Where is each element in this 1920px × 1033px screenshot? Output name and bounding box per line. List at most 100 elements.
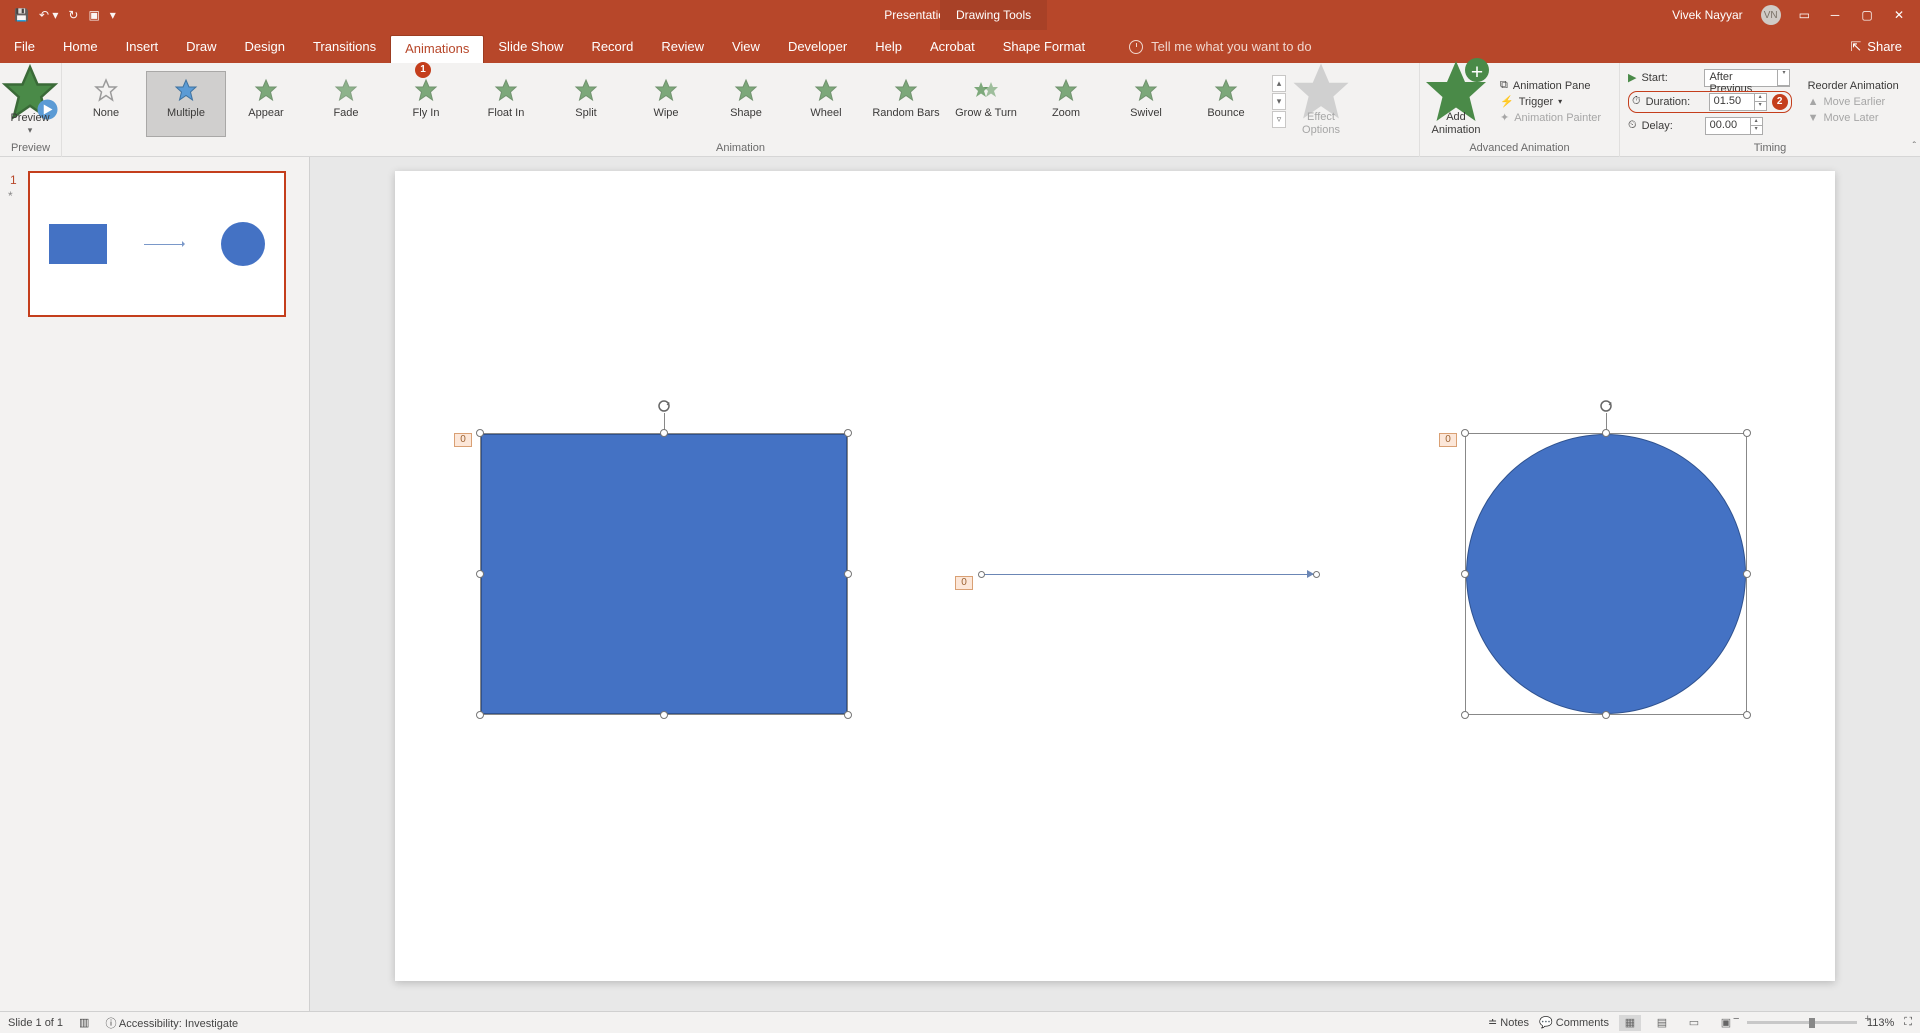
- anim-fade[interactable]: Fade: [306, 71, 386, 137]
- anim-wheel[interactable]: Wheel: [786, 71, 866, 137]
- collapse-ribbon-icon[interactable]: ˆ: [1913, 141, 1916, 152]
- tab-home[interactable]: Home: [49, 30, 112, 63]
- minimize-icon[interactable]: ─: [1828, 8, 1842, 22]
- tab-slideshow[interactable]: Slide Show: [484, 30, 577, 63]
- tab-shape-format[interactable]: Shape Format: [989, 30, 1099, 63]
- zoom-thumb[interactable]: [1809, 1018, 1815, 1028]
- resize-handle[interactable]: [476, 570, 484, 578]
- thumb-rect: [49, 224, 107, 264]
- resize-handle[interactable]: [1743, 711, 1751, 719]
- redo-icon[interactable]: ↻: [68, 8, 78, 22]
- share-button[interactable]: ⇱ Share: [1850, 39, 1902, 55]
- resize-handle[interactable]: [1602, 429, 1610, 437]
- undo-icon[interactable]: ↶ ▾: [39, 8, 58, 22]
- resize-handle[interactable]: [476, 429, 484, 437]
- resize-handle[interactable]: [844, 570, 852, 578]
- reading-view-icon[interactable]: ▭: [1683, 1015, 1705, 1031]
- comments-button[interactable]: 💬 Comments: [1539, 1016, 1609, 1029]
- anim-multiple[interactable]: Multiple: [146, 71, 226, 137]
- line-endpoint[interactable]: [978, 571, 985, 578]
- anim-swivel[interactable]: Swivel: [1106, 71, 1186, 137]
- duration-input[interactable]: 01.50▴▾: [1709, 93, 1767, 111]
- zoom-level[interactable]: 113%: [1867, 1017, 1894, 1029]
- trigger-button[interactable]: ⚡Trigger▾: [1500, 95, 1601, 108]
- tab-review[interactable]: Review: [647, 30, 718, 63]
- notes-shortcut-icon[interactable]: ▥: [79, 1016, 89, 1029]
- resize-handle[interactable]: [1743, 429, 1751, 437]
- rotation-handle-icon[interactable]: [657, 399, 671, 413]
- line-endpoint[interactable]: [1313, 571, 1320, 578]
- tab-insert[interactable]: Insert: [112, 30, 173, 63]
- accessibility-status[interactable]: ⓘ Accessibility: Investigate: [105, 1015, 238, 1031]
- slide-thumbnail-panel[interactable]: 1 *: [0, 157, 310, 1011]
- start-from-beginning-icon[interactable]: ▣: [88, 8, 99, 22]
- resize-handle[interactable]: [844, 429, 852, 437]
- line-shape[interactable]: [981, 574, 1317, 575]
- circle-selection[interactable]: 0: [1465, 433, 1747, 715]
- rotation-handle-icon[interactable]: [1599, 399, 1613, 413]
- tab-acrobat[interactable]: Acrobat: [916, 30, 989, 63]
- user-avatar[interactable]: VN: [1761, 5, 1781, 25]
- tab-design[interactable]: Design: [231, 30, 299, 63]
- anim-fly-in[interactable]: 1 Fly In: [386, 71, 466, 137]
- slide-sorter-view-icon[interactable]: ▤: [1651, 1015, 1673, 1031]
- gallery-more-icon[interactable]: ▿: [1272, 111, 1286, 128]
- tab-draw[interactable]: Draw: [172, 30, 230, 63]
- anim-wipe[interactable]: Wipe: [626, 71, 706, 137]
- anim-split[interactable]: Split: [546, 71, 626, 137]
- tab-developer[interactable]: Developer: [774, 30, 861, 63]
- slide-canvas-wrap[interactable]: 0 0: [310, 157, 1920, 1011]
- maximize-icon[interactable]: ▢: [1860, 8, 1874, 22]
- anim-none[interactable]: None: [66, 71, 146, 137]
- preview-button[interactable]: Preview ▾: [0, 68, 60, 136]
- anim-tag-circle[interactable]: 0: [1439, 433, 1457, 447]
- add-animation-button[interactable]: + Add Animation: [1420, 67, 1492, 137]
- gallery-down-icon[interactable]: ▾: [1272, 93, 1286, 110]
- ribbon-display-icon[interactable]: ▭: [1799, 8, 1810, 22]
- line-selection[interactable]: 0: [981, 574, 1317, 575]
- resize-handle[interactable]: [660, 711, 668, 719]
- close-icon[interactable]: ✕: [1892, 8, 1906, 22]
- resize-handle[interactable]: [844, 711, 852, 719]
- rectangle-selection[interactable]: 0: [480, 433, 848, 715]
- tab-record[interactable]: Record: [577, 30, 647, 63]
- start-select[interactable]: After Previous▾: [1704, 69, 1790, 87]
- tell-me-search[interactable]: Tell me what you want to do: [1129, 39, 1311, 54]
- tab-view[interactable]: View: [718, 30, 774, 63]
- resize-handle[interactable]: [476, 711, 484, 719]
- anim-tag-line[interactable]: 0: [955, 576, 973, 590]
- resize-handle[interactable]: [1602, 711, 1610, 719]
- anim-appear[interactable]: Appear: [226, 71, 306, 137]
- rectangle-shape[interactable]: [481, 434, 847, 714]
- qat-more-icon[interactable]: ▾: [110, 8, 116, 22]
- tab-help[interactable]: Help: [861, 30, 916, 63]
- anim-float-in[interactable]: Float In: [466, 71, 546, 137]
- zoom-slider[interactable]: [1747, 1021, 1857, 1024]
- gallery-up-icon[interactable]: ▴: [1272, 75, 1286, 92]
- fit-to-window-icon[interactable]: ⛶: [1904, 1016, 1912, 1029]
- resize-handle[interactable]: [1461, 711, 1469, 719]
- circle-shape[interactable]: [1466, 434, 1746, 714]
- resize-handle[interactable]: [1461, 429, 1469, 437]
- animation-pane-button[interactable]: ⧉Animation Pane: [1500, 79, 1601, 92]
- tab-file[interactable]: File: [0, 30, 49, 63]
- delay-input[interactable]: 00.00▴▾: [1705, 117, 1763, 135]
- slide-counter[interactable]: Slide 1 of 1: [8, 1017, 63, 1029]
- resize-handle[interactable]: [660, 429, 668, 437]
- anim-zoom[interactable]: Zoom: [1026, 71, 1106, 137]
- anim-tag-rect[interactable]: 0: [454, 433, 472, 447]
- anim-random-bars[interactable]: Random Bars: [866, 71, 946, 137]
- normal-view-icon[interactable]: ▦: [1619, 1015, 1641, 1031]
- slide-thumbnail-1[interactable]: [28, 171, 286, 317]
- notes-button[interactable]: ≐ Notes: [1488, 1016, 1529, 1029]
- save-icon[interactable]: 💾: [14, 8, 29, 22]
- anim-grow-turn[interactable]: Grow & Turn: [946, 71, 1026, 137]
- tab-animations[interactable]: Animations: [390, 35, 484, 63]
- resize-handle[interactable]: [1461, 570, 1469, 578]
- anim-bounce[interactable]: Bounce: [1186, 71, 1266, 137]
- resize-handle[interactable]: [1743, 570, 1751, 578]
- user-name[interactable]: Vivek Nayyar: [1672, 8, 1742, 22]
- anim-shape[interactable]: Shape: [706, 71, 786, 137]
- tab-transitions[interactable]: Transitions: [299, 30, 390, 63]
- slide-canvas[interactable]: 0 0: [395, 171, 1835, 981]
